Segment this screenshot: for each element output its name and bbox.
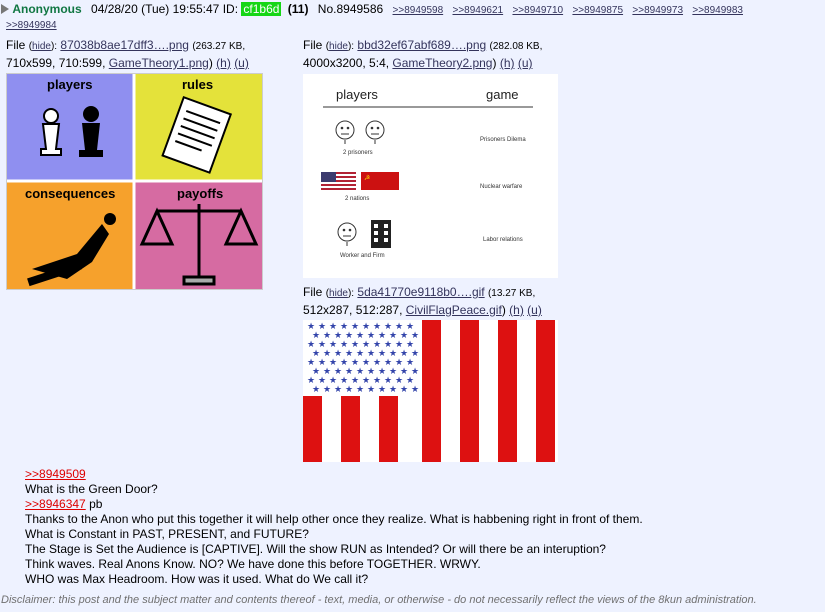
star-icon: ★ <box>389 385 397 395</box>
file-label: File <box>6 38 26 52</box>
file-dimensions: 4000x3200, 5:4, <box>303 56 390 70</box>
post-date: 04/28/20 (Tue) 19:55:47 <box>91 2 220 16</box>
players-column-label: players <box>336 87 378 102</box>
hash-link[interactable]: (h) <box>500 56 515 70</box>
message-line: The Stage is Set the Audience is [CAPTIV… <box>25 542 606 556</box>
message-line: WHO was Max Headroom. How was it used. W… <box>25 572 369 586</box>
message-line: Think waves. Real Anons Know. NO? We hav… <box>25 557 481 571</box>
file-dimensions: 512x287, 512:287, <box>303 303 403 317</box>
message-line: What is Constant in PAST, PRESENT, and F… <box>25 527 309 541</box>
game-theory-2-image[interactable]: players game 2 prisoners Prisoners Dilem… <box>303 74 558 278</box>
file-label: File <box>303 285 323 299</box>
prisoner-faces-icon <box>335 120 385 144</box>
star-icon: ★ <box>356 385 364 395</box>
file-meta: 710x599, 710:599, GameTheory1.png) (h) (… <box>6 56 249 70</box>
id-label: ID: <box>222 2 239 16</box>
row-game: Nuclear warfare <box>480 184 523 190</box>
file-2: File (hide): bbd32ef67abf689….png (282.0… <box>303 37 603 71</box>
file-name-link[interactable]: 87038b8ae17dff3….png <box>60 38 189 52</box>
message-line: Thanks to the Anon who put this together… <box>25 512 643 526</box>
backlink[interactable]: >>8949984 <box>6 20 57 31</box>
hash-link[interactable]: (h) <box>509 303 524 317</box>
backlink[interactable]: >>8949710 <box>512 5 563 16</box>
star-icon: ★ <box>367 385 375 395</box>
file-name-link[interactable]: bbd32ef67abf689….png <box>357 38 486 52</box>
row-caption: 2 nations <box>345 196 369 202</box>
upload-link[interactable]: (u) <box>234 56 249 70</box>
consequences-label: consequences <box>25 186 115 201</box>
backlink[interactable]: >>8949973 <box>632 5 683 16</box>
quote-link[interactable]: >>8946347 <box>25 497 86 511</box>
file-3: File (hide): 5da41770e9118b0….gif (13.27… <box>303 284 603 318</box>
disclaimer: Disclaimer: this post and the subject ma… <box>1 594 757 606</box>
poster-name: Anonymous <box>12 2 82 16</box>
payoffs-label: payoffs <box>177 186 223 201</box>
poster-id[interactable]: cf1b6d <box>241 2 282 16</box>
message-line: What is the Green Door? <box>25 482 158 496</box>
upload-link[interactable]: (u) <box>518 56 533 70</box>
backlink[interactable]: >>8949875 <box>572 5 623 16</box>
game-theory-1-image[interactable]: players rules consequences payoffs <box>6 73 263 290</box>
file-meta: 4000x3200, 5:4, GameTheory2.png) (h) (u) <box>303 56 533 70</box>
original-filename-link[interactable]: CivilFlagPeace.gif <box>406 303 502 317</box>
post-message: >>8949509 What is the Green Door? >>8946… <box>25 467 643 587</box>
star-field-icon: ★ ★ ★ ★ ★ ★ ★ ★ ★ ★★ ★ ★ ★ ★ ★ ★ ★ ★ ★★ ★ ★ ★ ★ ★ ★ ★ ★ ★★ ★ ★ ★ ★ ★ ★ ★ ★ ★… <box>307 322 419 395</box>
original-filename-link[interactable]: GameTheory1.png <box>109 56 209 70</box>
quote-link[interactable]: >>8949509 <box>25 467 86 481</box>
row-caption: 2 prisoners <box>343 150 373 156</box>
backlink[interactable]: >>8949598 <box>393 5 444 16</box>
hash-link[interactable]: (h) <box>216 56 231 70</box>
row-game: Labor relations <box>483 237 523 243</box>
file-size: (263.27 KB, <box>192 41 246 52</box>
post-menu-arrow-icon[interactable] <box>1 4 9 14</box>
id-post-count: (11) <box>287 2 309 16</box>
worker-face-icon <box>337 222 357 246</box>
file-dimensions: 710x599, 710:599, <box>6 56 106 70</box>
row-caption: Worker and Firm <box>340 253 385 259</box>
hide-file-link[interactable]: hide <box>329 41 348 52</box>
game-column-label: game <box>486 87 519 102</box>
hide-file-link[interactable]: hide <box>32 41 51 52</box>
file-info: File (hide): 87038b8ae17dff3….png (263.2… <box>6 38 246 52</box>
row-game: Prisoners Dilema <box>480 137 526 143</box>
civil-flag-image[interactable]: ★ ★ ★ ★ ★ ★ ★ ★ ★ ★ ★ ★ ★ ★ ★ ★ ★ ★ ★ ★ ★ ★ ★ ★ ★ ★ ★ ★ ★ ★ ★ ★ ★ ★ ★ ★ ★ ★ ★ ★… <box>303 320 558 462</box>
original-filename-link[interactable]: GameTheory2.png <box>392 56 492 70</box>
file-size: (282.08 KB, <box>489 41 543 52</box>
message-suffix: pb <box>85 497 103 511</box>
star-icon: ★ <box>345 385 353 395</box>
file-1: File (hide): 87038b8ae17dff3….png (263.2… <box>6 37 296 71</box>
hide-file-link[interactable]: hide <box>329 288 348 299</box>
us-flag-icon <box>321 172 356 190</box>
post-header: Anonymous 04/28/20 (Tue) 19:55:47 ID: cf… <box>0 2 825 18</box>
players-label: players <box>47 77 93 92</box>
post-number[interactable]: No.8949586 <box>318 2 383 16</box>
svg-text:☭: ☭ <box>364 174 370 182</box>
upload-link[interactable]: (u) <box>527 303 542 317</box>
file-name-link[interactable]: 5da41770e9118b0….gif <box>357 285 484 299</box>
file-meta: 512x287, 512:287, CivilFlagPeace.gif) (h… <box>303 303 542 317</box>
backlink[interactable]: >>8949621 <box>453 5 504 16</box>
star-icon: ★ <box>334 385 342 395</box>
firm-building-icon <box>371 220 391 248</box>
backlink[interactable]: >>8949983 <box>692 5 743 16</box>
star-icon: ★ <box>378 385 386 395</box>
ussr-flag-icon: ☭ <box>361 172 399 190</box>
file-info: File (hide): bbd32ef67abf689….png (282.0… <box>303 38 543 52</box>
star-icon: ★ <box>411 385 419 395</box>
star-icon: ★ <box>323 385 331 395</box>
file-info: File (hide): 5da41770e9118b0….gif (13.27… <box>303 285 536 299</box>
star-icon: ★ <box>400 385 408 395</box>
rules-label: rules <box>182 77 213 92</box>
civil-flag-svg: ★ ★ ★ ★ ★ ★ ★ ★ ★ ★★ ★ ★ ★ ★ ★ ★ ★ ★ ★★ ★ ★ ★ ★ ★ ★ ★ ★ ★★ ★ ★ ★ ★ ★ ★ ★ ★ ★… <box>303 320 555 462</box>
star-icon: ★ <box>312 385 320 395</box>
file-label: File <box>303 38 323 52</box>
file-size: (13.27 KB, <box>487 288 536 299</box>
